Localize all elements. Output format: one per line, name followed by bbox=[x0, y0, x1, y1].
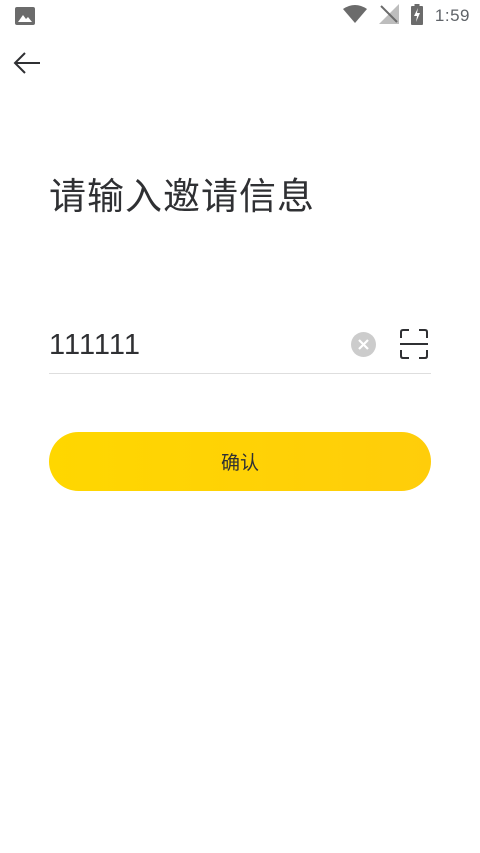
wifi-icon bbox=[342, 5, 367, 27]
scan-button[interactable] bbox=[399, 328, 429, 360]
invite-input-row bbox=[49, 316, 431, 374]
no-signal-icon bbox=[378, 4, 399, 28]
status-bar: 1:59 bbox=[0, 0, 480, 32]
close-circle-icon bbox=[351, 332, 376, 361]
scan-icon bbox=[399, 329, 429, 364]
back-button[interactable] bbox=[10, 50, 44, 80]
page-title: 请输入邀请信息 bbox=[49, 175, 315, 218]
arrow-left-icon bbox=[13, 52, 41, 78]
invite-code-input[interactable] bbox=[49, 324, 339, 366]
status-icons: 1:59 bbox=[342, 3, 470, 29]
battery-charging-icon bbox=[410, 3, 423, 29]
clear-input-button[interactable] bbox=[351, 332, 376, 357]
status-time: 1:59 bbox=[434, 6, 470, 25]
confirm-button[interactable]: 确认 bbox=[49, 432, 431, 491]
image-icon bbox=[15, 7, 35, 25]
